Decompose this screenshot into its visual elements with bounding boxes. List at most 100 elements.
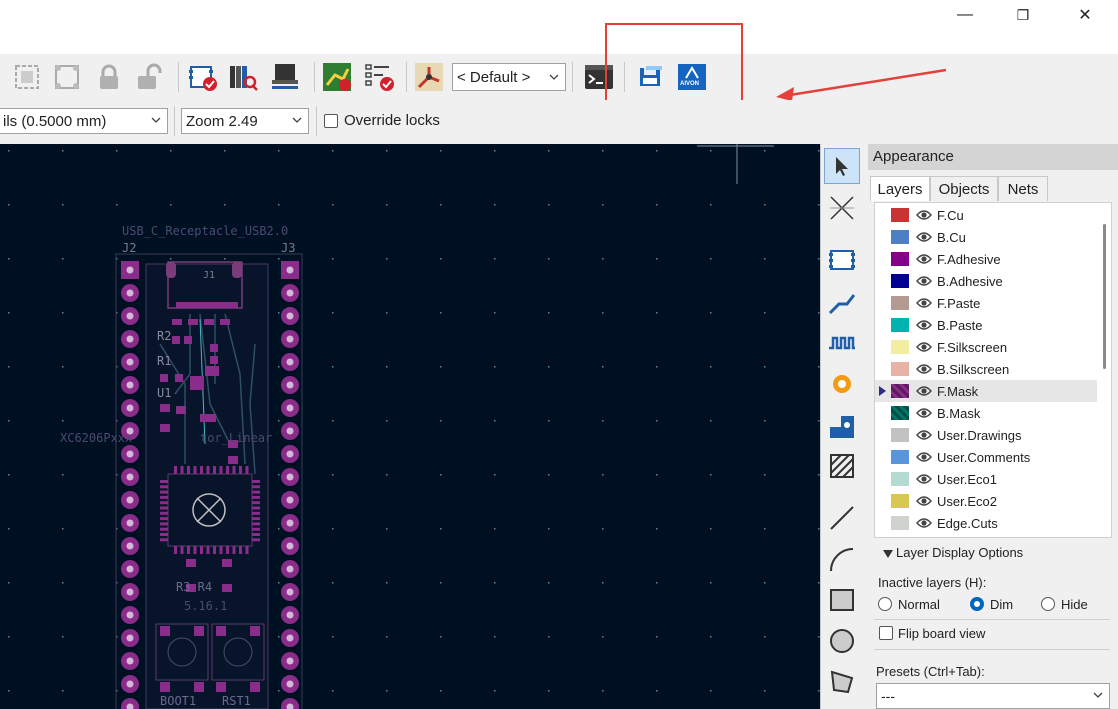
layer-color-swatch[interactable] bbox=[891, 252, 909, 266]
layer-color-swatch[interactable] bbox=[891, 428, 909, 442]
grid-select[interactable]: ils (0.5000 mm) bbox=[0, 108, 168, 134]
eye-icon[interactable] bbox=[916, 274, 932, 288]
layer-row[interactable]: User.Comments bbox=[875, 446, 1097, 468]
polygon-icon bbox=[830, 670, 854, 694]
select-tool-button[interactable] bbox=[824, 148, 860, 184]
eye-icon[interactable] bbox=[916, 406, 932, 420]
local-ratsnest-button[interactable] bbox=[824, 190, 860, 226]
layer-color-swatch[interactable] bbox=[891, 318, 909, 332]
net-class-select[interactable]: < Default > bbox=[452, 63, 566, 91]
tab-layers-label: Layers bbox=[877, 180, 923, 198]
lock-button[interactable] bbox=[92, 60, 126, 94]
layer-name: User.Drawings bbox=[937, 427, 1022, 443]
layer-list-scrollbar[interactable] bbox=[1103, 224, 1106, 369]
mcu-pin bbox=[160, 522, 168, 526]
flip-board-checkbox[interactable] bbox=[879, 626, 893, 640]
hatched-zone-icon bbox=[830, 454, 854, 478]
layer-color-swatch[interactable] bbox=[891, 450, 909, 464]
layer-color-swatch[interactable] bbox=[891, 230, 909, 244]
maximize-button[interactable]: ❐ bbox=[1000, 0, 1046, 30]
layer-row[interactable]: F.Paste bbox=[875, 292, 1097, 314]
layer-color-swatch[interactable] bbox=[891, 274, 909, 288]
eye-icon[interactable] bbox=[916, 230, 932, 244]
group-button[interactable] bbox=[10, 60, 44, 94]
eye-icon[interactable] bbox=[916, 494, 932, 508]
j3-label: J3 bbox=[281, 241, 296, 255]
footprint-browser-button[interactable] bbox=[226, 60, 260, 94]
mcu-pin bbox=[160, 490, 168, 494]
layer-row[interactable]: B.Adhesive bbox=[875, 270, 1097, 292]
radio-dim[interactable] bbox=[970, 597, 984, 611]
eye-icon[interactable] bbox=[916, 318, 932, 332]
layer-row[interactable]: Edge.Cuts bbox=[875, 512, 1097, 534]
layer-name: B.Mask bbox=[937, 405, 981, 421]
mcu-pin bbox=[213, 466, 216, 474]
layer-row[interactable]: User.Eco1 bbox=[875, 468, 1097, 490]
layer-color-swatch[interactable] bbox=[891, 494, 909, 508]
board-setup-button[interactable] bbox=[268, 60, 302, 94]
eye-icon[interactable] bbox=[916, 450, 932, 464]
layer-row[interactable]: User.Drawings bbox=[875, 424, 1097, 446]
layer-color-swatch[interactable] bbox=[891, 472, 909, 486]
tune-length-button[interactable] bbox=[824, 325, 860, 361]
draw-line-button[interactable] bbox=[824, 500, 860, 536]
layer-color-swatch[interactable] bbox=[891, 516, 909, 530]
layer-row[interactable]: User.Eco2 bbox=[875, 490, 1097, 512]
eye-icon[interactable] bbox=[916, 516, 932, 530]
tab-objects[interactable]: Objects bbox=[930, 176, 998, 201]
mcu-pin bbox=[180, 466, 184, 474]
eye-icon[interactable] bbox=[916, 362, 932, 376]
layer-row[interactable]: F.Mask bbox=[875, 380, 1097, 402]
layer-color-swatch[interactable] bbox=[891, 208, 909, 222]
draw-circle-button[interactable] bbox=[824, 623, 860, 659]
route-track-button[interactable] bbox=[824, 284, 860, 320]
layer-color-swatch[interactable] bbox=[891, 362, 909, 376]
tab-nets[interactable]: Nets bbox=[998, 176, 1048, 201]
footprint-editor-button[interactable] bbox=[186, 60, 220, 94]
zoom-select[interactable]: Zoom 2.49 bbox=[181, 108, 309, 134]
close-button[interactable]: ✕ bbox=[1062, 0, 1108, 30]
layer-color-swatch[interactable] bbox=[891, 340, 909, 354]
eye-icon[interactable] bbox=[916, 252, 932, 266]
radio-normal[interactable] bbox=[878, 597, 892, 611]
add-filled-zone-button[interactable] bbox=[824, 448, 860, 484]
add-zone-button[interactable] bbox=[824, 408, 860, 444]
draw-rectangle-button[interactable] bbox=[824, 582, 860, 618]
unlock-icon bbox=[138, 63, 162, 89]
eye-icon[interactable] bbox=[916, 340, 932, 354]
layer-row[interactable]: B.Cu bbox=[875, 226, 1097, 248]
eye-icon[interactable] bbox=[916, 296, 932, 310]
eye-icon[interactable] bbox=[916, 428, 932, 442]
unlock-button[interactable] bbox=[132, 60, 166, 94]
layer-display-options-toggle[interactable]: Layer Display Options bbox=[896, 545, 1023, 560]
add-footprint-button[interactable] bbox=[824, 242, 860, 278]
minimize-button[interactable]: — bbox=[942, 0, 988, 30]
header-pin-hole bbox=[126, 404, 134, 412]
group-icon bbox=[15, 65, 39, 89]
layer-row[interactable]: B.Silkscreen bbox=[875, 358, 1097, 380]
scripting-button[interactable] bbox=[320, 60, 354, 94]
draw-polygon-button[interactable] bbox=[824, 664, 860, 700]
layer-row[interactable]: B.Paste bbox=[875, 314, 1097, 336]
layer-row[interactable]: F.Cu bbox=[875, 204, 1097, 226]
draw-arc-button[interactable] bbox=[824, 541, 860, 577]
drc-button[interactable] bbox=[362, 60, 396, 94]
tab-layers[interactable]: Layers bbox=[870, 176, 930, 201]
layer-row[interactable]: B.Mask bbox=[875, 402, 1097, 424]
add-via-button[interactable] bbox=[824, 366, 860, 402]
presets-select[interactable]: --- bbox=[876, 683, 1110, 709]
header-pin-hole bbox=[286, 611, 294, 619]
layer-row[interactable]: F.Adhesive bbox=[875, 248, 1097, 270]
layer-color-swatch[interactable] bbox=[891, 406, 909, 420]
eye-icon[interactable] bbox=[916, 472, 932, 486]
radio-hide[interactable] bbox=[1041, 597, 1055, 611]
layer-color-swatch[interactable] bbox=[891, 296, 909, 310]
net-inspector-button[interactable] bbox=[412, 60, 446, 94]
pcb-canvas[interactable]: USB_C_Receptacle_USB2.0 J2 J3 J1 R2 R1 U… bbox=[0, 144, 820, 709]
ungroup-button[interactable] bbox=[50, 60, 84, 94]
layer-row[interactable]: F.Silkscreen bbox=[875, 336, 1097, 358]
layer-color-swatch[interactable] bbox=[891, 384, 909, 398]
eye-icon[interactable] bbox=[916, 208, 932, 222]
override-locks-checkbox[interactable] bbox=[324, 114, 338, 128]
eye-icon[interactable] bbox=[916, 384, 932, 398]
